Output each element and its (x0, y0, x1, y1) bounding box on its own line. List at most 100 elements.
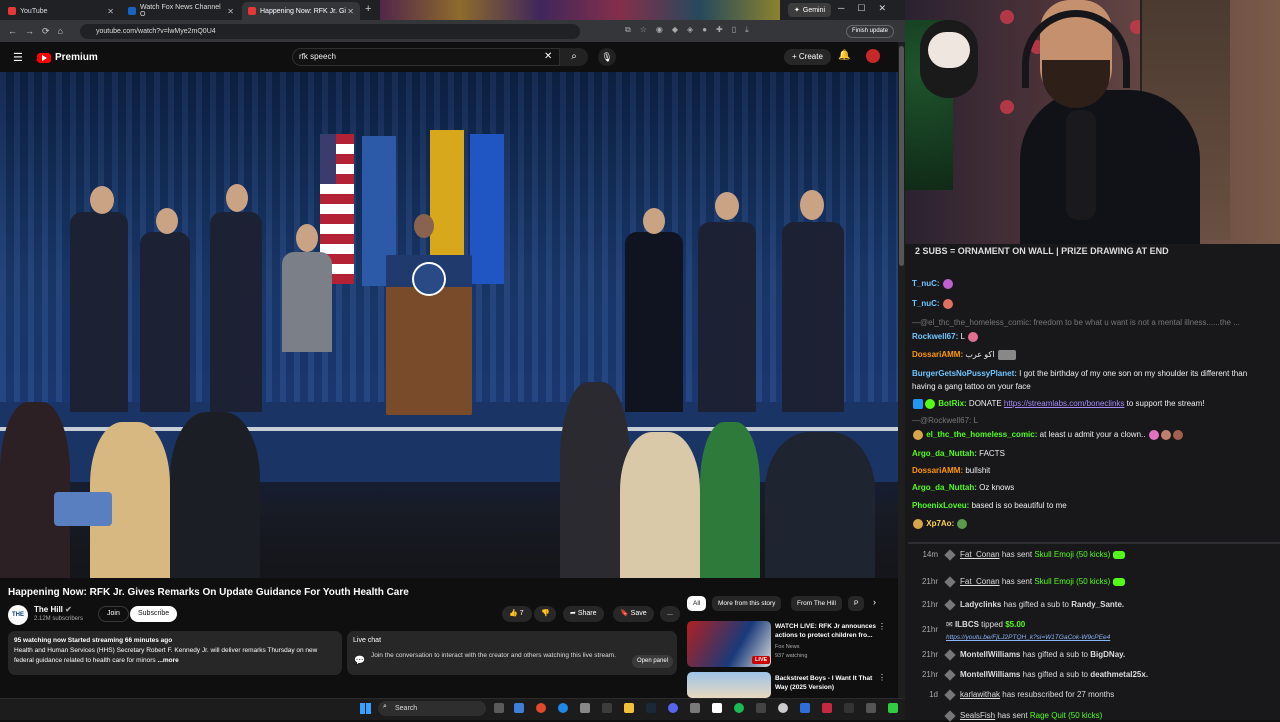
download-icon[interactable]: ⤓ (745, 25, 749, 35)
app-icon[interactable] (756, 703, 766, 713)
chat-username[interactable]: DossariAMM: (912, 466, 963, 475)
event-user[interactable]: MontellWilliams (960, 650, 1020, 659)
tab-happening-now[interactable]: Happening Now: RFK Jr. Gi ✕ (242, 2, 360, 20)
create-button[interactable]: + Create (784, 49, 831, 65)
search-button[interactable]: ⌕ (560, 48, 588, 66)
voice-search-button[interactable]: 🎙 (598, 48, 616, 66)
like-button[interactable]: 👍 7 (502, 606, 532, 622)
subscribe-button[interactable]: Subscribe (130, 606, 178, 622)
chat-username[interactable]: T_nuC: (912, 279, 940, 288)
event-user[interactable]: ILBCS (955, 620, 979, 629)
address-bar[interactable]: youtube.com/watch?v=lwMye2mQ0U4 (80, 24, 580, 39)
chat-username[interactable]: DossariAMM: (912, 350, 963, 359)
chip-more-from-story[interactable]: More from this story (712, 596, 782, 611)
sidebar-icon[interactable]: ▯ (732, 25, 736, 35)
extension-icon[interactable]: ● (702, 25, 707, 35)
chat-username[interactable]: T_nuC: (912, 299, 940, 308)
taskbar-search[interactable]: Search (378, 701, 486, 716)
chat-username[interactable]: Argo_da_Nuttah: (912, 449, 977, 458)
share-button[interactable]: ➦ Share (563, 606, 604, 622)
event-user[interactable]: karlawithak (960, 690, 1000, 699)
widgets-icon[interactable] (514, 703, 524, 713)
extension-icon[interactable]: ◆ (672, 25, 678, 35)
donate-link[interactable]: https://streamlabs.com/boneclinks (1004, 399, 1125, 408)
channel-avatar[interactable]: THE HILL (8, 605, 28, 638)
event-user[interactable]: Fat_Conan (960, 577, 1000, 586)
spotify-icon[interactable] (734, 703, 744, 713)
hamburger-menu-icon[interactable]: ☰ (13, 51, 23, 64)
app-icon[interactable] (800, 703, 810, 713)
event-user[interactable]: Fat_Conan (960, 550, 1000, 559)
chip-all[interactable]: All (687, 596, 707, 611)
event-user[interactable]: Ladyclinks (960, 600, 1001, 609)
chat-username[interactable]: BurgerGetsNoPussyPlanet: (912, 369, 1017, 378)
app-icon[interactable] (822, 703, 832, 713)
app-icon[interactable] (844, 703, 854, 713)
puzzle-icon[interactable]: ✚ (716, 25, 723, 35)
chevron-right-icon[interactable]: › (873, 597, 876, 607)
reco-title[interactable]: Backstreet Boys - I Want It That Way (20… (775, 674, 883, 692)
user-avatar[interactable] (866, 49, 880, 63)
task-view-icon[interactable] (494, 703, 504, 713)
app-icon[interactable] (602, 703, 612, 713)
app-icon[interactable] (712, 703, 722, 713)
tab-youtube[interactable]: YouTube ✕ (2, 2, 120, 20)
reco-thumbnail[interactable] (687, 672, 771, 698)
close-icon[interactable]: ✕ (107, 7, 114, 16)
youtube-logo[interactable]: Premium (37, 52, 98, 63)
channel-name[interactable]: The Hill ✔ (34, 605, 72, 614)
open-panel-button[interactable]: Open panel (632, 655, 674, 668)
scrollbar-thumb[interactable] (899, 46, 904, 266)
chat-username[interactable]: Argo_da_Nuttah: (912, 483, 977, 492)
extension-icon[interactable]: ◈ (687, 25, 693, 35)
chat-username[interactable]: Rockwell67: (912, 332, 958, 341)
chat-username[interactable]: PhoenixLoveu: (912, 501, 969, 510)
app-icon[interactable] (580, 703, 590, 713)
notifications-bell-icon[interactable]: 🔔 (838, 50, 850, 61)
chat-username[interactable]: el_thc_the_homeless_comic: (926, 430, 1037, 439)
gemini-button[interactable]: ✦ Gemini (788, 3, 832, 17)
new-tab-button[interactable]: + (365, 3, 371, 15)
more-vert-icon[interactable]: ⋮ (878, 622, 886, 631)
bookmark-star-icon[interactable]: ☆ (640, 25, 647, 35)
reload-icon[interactable]: ⟳ (42, 26, 50, 37)
tip-link[interactable]: https://youtu.be/FjLJ2PTQH_k?si=W1TGaCok… (946, 634, 1110, 641)
install-icon[interactable]: ⧉ (625, 25, 631, 35)
forward-icon[interactable]: → (25, 26, 34, 36)
close-window-icon[interactable]: ✕ (878, 3, 886, 14)
chip-partial[interactable]: P (848, 596, 864, 611)
close-icon[interactable]: ✕ (227, 7, 234, 16)
app-icon[interactable] (690, 703, 700, 713)
minimize-icon[interactable]: ─ (838, 3, 844, 14)
chip-from-the-hill[interactable]: From The Hill (791, 596, 842, 611)
dislike-button[interactable]: 👎 (534, 606, 556, 622)
home-icon[interactable]: ⌂ (58, 26, 63, 36)
save-button[interactable]: 🔖 Save (613, 606, 654, 622)
description-box[interactable]: 95 watching now Started streaming 66 min… (8, 631, 342, 675)
event-user[interactable]: SealsFish (960, 711, 995, 720)
event-user[interactable]: MontellWilliams (960, 670, 1020, 679)
edge-icon[interactable] (558, 703, 568, 713)
windows-start-icon[interactable] (360, 703, 371, 714)
reco-title[interactable]: WATCH LIVE: RFK Jr announces actions to … (775, 622, 883, 640)
join-button[interactable]: Join (98, 606, 129, 622)
extension-icon[interactable]: ◉ (656, 25, 663, 35)
maximize-icon[interactable]: ☐ (857, 3, 865, 14)
search-input[interactable]: rfk speech (292, 48, 560, 66)
show-more-link[interactable]: ...more (157, 657, 178, 664)
file-explorer-icon[interactable] (624, 703, 634, 713)
chrome-icon[interactable] (536, 703, 546, 713)
close-icon[interactable]: ✕ (347, 7, 354, 16)
chat-username[interactable]: Xp7Ao: (926, 519, 954, 528)
steam-icon[interactable] (646, 703, 656, 713)
tab-fox-news[interactable]: Watch Fox News Channel O ✕ (122, 2, 240, 20)
clear-search-icon[interactable]: ✕ (544, 51, 552, 62)
app-icon[interactable] (778, 703, 788, 713)
more-actions-button[interactable]: ... (660, 606, 680, 622)
app-icon[interactable] (866, 703, 876, 713)
back-icon[interactable]: ← (8, 26, 17, 36)
discord-icon[interactable] (668, 703, 678, 713)
app-icon[interactable] (888, 703, 898, 713)
finish-update-button[interactable]: Finish update (846, 25, 895, 38)
chat-username[interactable]: BotRix: (938, 399, 966, 408)
